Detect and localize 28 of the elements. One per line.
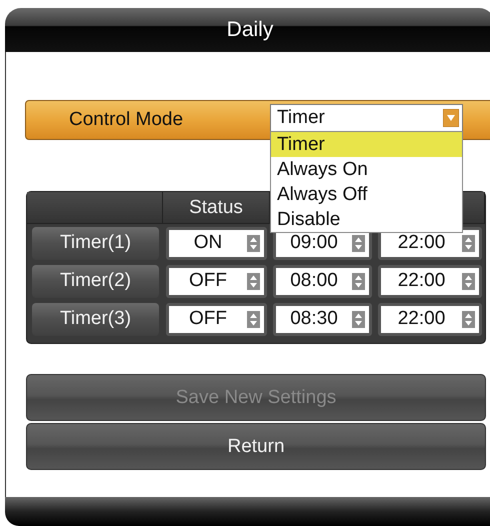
return-button[interactable]: Return xyxy=(26,423,486,470)
window-title: Daily xyxy=(5,8,490,52)
timer-label: Timer(1) xyxy=(32,226,159,260)
column-header: Status xyxy=(163,192,270,223)
dropdown-option[interactable]: Disable xyxy=(271,206,462,232)
spinner-icon[interactable] xyxy=(462,234,475,252)
dropdown-caret-icon[interactable] xyxy=(443,108,459,126)
status-spinbox[interactable]: OFF xyxy=(169,306,264,332)
spinner-icon[interactable] xyxy=(247,272,260,290)
timer-label: Timer(3) xyxy=(32,302,159,336)
control-mode-label: Control Mode xyxy=(68,109,184,131)
time-spinbox[interactable]: 22:00 xyxy=(381,268,479,294)
time-spinbox[interactable]: 08:00 xyxy=(276,268,369,294)
timer-label: Timer(2) xyxy=(32,264,159,298)
time-spinbox[interactable]: 22:00 xyxy=(381,306,479,332)
spinner-icon[interactable] xyxy=(247,234,260,252)
spinner-icon[interactable] xyxy=(352,234,365,252)
dropdown-option[interactable]: Always Off xyxy=(271,182,462,206)
spinner-icon[interactable] xyxy=(352,310,365,328)
status-spinbox[interactable]: ON xyxy=(169,230,264,256)
time-spinbox[interactable]: 08:30 xyxy=(276,306,369,332)
spinner-icon[interactable] xyxy=(352,272,365,290)
dropdown-option[interactable]: Always On xyxy=(271,156,462,182)
status-spinbox[interactable]: OFF xyxy=(169,268,264,294)
dropdown-option[interactable]: Timer xyxy=(271,132,462,156)
spinner-icon[interactable] xyxy=(462,272,475,290)
spinner-icon[interactable] xyxy=(462,310,475,328)
spinner-icon[interactable] xyxy=(247,310,260,328)
